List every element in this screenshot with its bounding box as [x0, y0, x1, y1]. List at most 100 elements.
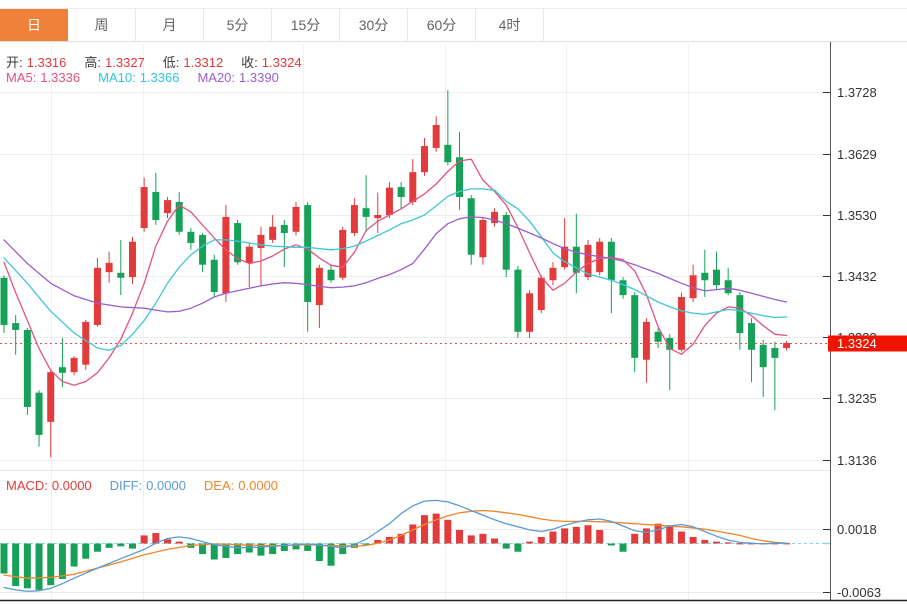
macd-histogram-bar: [433, 514, 440, 544]
macd-histogram-bar: [538, 537, 545, 544]
ohlc-row-label: 开:: [6, 55, 23, 70]
candle-body: [736, 295, 743, 333]
macd-histogram-bar: [141, 535, 148, 543]
macd-histogram-bar: [71, 544, 78, 567]
candle-body: [468, 198, 475, 255]
macd-row-value: 0.0000: [146, 478, 186, 493]
macd-row-label: DEA:: [204, 478, 234, 493]
ma-row-item: MA20:1.3390: [197, 70, 282, 85]
candle-body: [351, 205, 358, 233]
macd-row-label: DIFF:: [110, 478, 143, 493]
candle-body: [211, 260, 218, 292]
macd-histogram-bar: [129, 544, 136, 549]
candle-body: [725, 280, 732, 293]
ohlc-row-label: 低:: [163, 55, 180, 70]
candle-body: [514, 270, 521, 332]
macd-histogram-bar: [211, 544, 218, 560]
candle-body: [164, 200, 171, 213]
macd-histogram-bar: [12, 544, 19, 586]
candle-body: [293, 207, 300, 232]
macd-histogram-bar: [690, 537, 697, 544]
candle-body: [82, 322, 89, 365]
macd-histogram-bar: [736, 543, 743, 544]
candle-body: [12, 323, 19, 330]
macd-histogram-bar: [666, 525, 673, 543]
macd-histogram-bar: [479, 534, 486, 544]
candle-body: [47, 372, 54, 422]
macd-row-value: 0.0000: [238, 478, 278, 493]
candle-body: [36, 393, 43, 435]
kline-chart-page: 1.37281.36291.35301.34321.33331.32351.31…: [0, 0, 907, 604]
macd-histogram-bar: [678, 531, 685, 543]
macd-histogram-bar: [339, 544, 346, 555]
candle-body: [538, 278, 545, 310]
candle-body: [748, 323, 755, 350]
candle-body: [549, 268, 556, 280]
macd-histogram-bar: [82, 544, 89, 559]
macd-histogram-bar: [503, 544, 510, 549]
macd-histogram-bar: [456, 530, 463, 544]
candle-body: [655, 332, 662, 342]
ohlc-row-value: 1.3327: [105, 55, 145, 70]
ma-row-label: MA20:: [197, 70, 235, 85]
macd-histogram-bar: [47, 544, 54, 586]
macd-histogram-bar: [106, 544, 113, 548]
candle-body: [129, 242, 136, 277]
ma10-line: [4, 189, 787, 351]
y-axis-label: 1.3728: [837, 85, 877, 100]
candle-body: [199, 235, 206, 265]
macd-histogram-bar: [725, 542, 732, 543]
candle-body: [304, 205, 311, 302]
candle-body: [281, 225, 288, 233]
macd-histogram-bar: [549, 531, 556, 543]
candle-body: [421, 146, 428, 172]
macd-histogram-bar: [573, 527, 580, 544]
chart-canvas[interactable]: 1.37281.36291.35301.34321.33331.32351.31…: [0, 0, 907, 604]
macd-row-item: DIFF:0.0000: [110, 478, 190, 493]
candle-body: [631, 295, 638, 358]
candle-body: [760, 345, 767, 367]
candle-body: [444, 145, 451, 162]
macd-histogram-bar: [1, 544, 8, 574]
candle-body: [678, 297, 685, 350]
macd-histogram-bar: [713, 542, 720, 544]
candle-body: [94, 268, 101, 325]
candle-body: [106, 263, 113, 272]
macd-histogram-bar: [421, 515, 428, 543]
y-axis-label: 1.3629: [837, 147, 877, 162]
ohlc-readout: 开:1.3316高:1.3327低:1.3312收:1.3324: [6, 52, 320, 71]
macd-axis-label: -0.0063: [837, 585, 881, 600]
candle-body: [269, 227, 276, 240]
candle-body: [257, 235, 264, 248]
macd-histogram-bar: [491, 539, 498, 544]
candle-body: [246, 247, 253, 263]
candle-body: [713, 270, 720, 286]
macd-histogram-bar: [176, 542, 183, 544]
candle-body: [398, 187, 405, 197]
y-axis-label: 1.3235: [837, 391, 877, 406]
candle-body: [386, 188, 393, 215]
ohlc-row-label: 收:: [241, 55, 258, 70]
candle-body: [328, 270, 335, 281]
macd-histogram-bar: [59, 544, 66, 579]
macd-histogram-bar: [117, 544, 124, 547]
candle-body: [479, 220, 486, 257]
candle-body: [608, 242, 615, 281]
macd-histogram-bar: [701, 540, 708, 543]
candle-body: [24, 330, 31, 407]
ohlc-row-value: 1.3316: [27, 55, 67, 70]
macd-histogram-bar: [596, 530, 603, 544]
macd-histogram-bar: [655, 524, 662, 544]
ma-readout: MA5:1.3336 MA10:1.3366 MA20:1.3390: [6, 70, 297, 85]
ma-row-item: MA10:1.3366: [98, 70, 183, 85]
candle-body: [71, 358, 78, 372]
candle-body: [433, 125, 440, 148]
macd-histogram-bar: [608, 544, 615, 546]
y-axis-label: 1.3432: [837, 269, 877, 284]
candle-body: [701, 273, 708, 280]
macd-row-label: MACD:: [6, 478, 48, 493]
candle-body: [141, 187, 148, 228]
ma-row-item: MA5:1.3336: [6, 70, 84, 85]
candle-body: [374, 215, 381, 218]
ma-row-label: MA5:: [6, 70, 36, 85]
